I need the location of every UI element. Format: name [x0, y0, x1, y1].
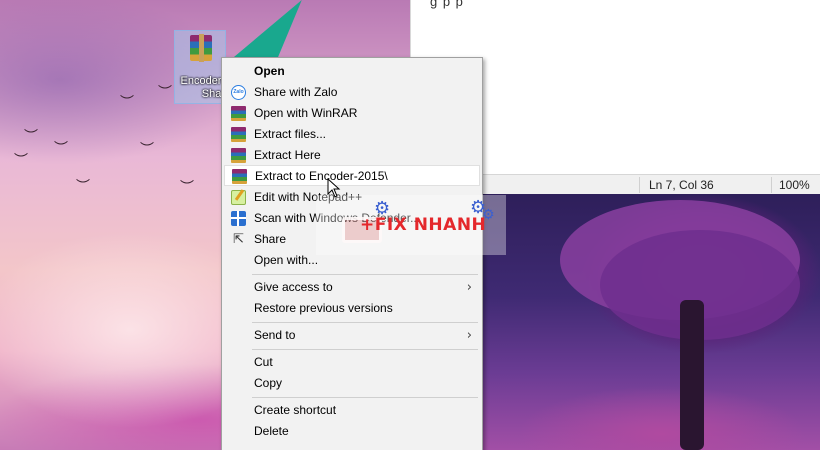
menu-item-label: Send to: [254, 328, 296, 342]
bird-decoration: ︶: [158, 85, 172, 101]
menu-item-label: Restore previous versions: [254, 301, 393, 315]
menu-send-to[interactable]: Send to ›: [224, 325, 480, 346]
menu-restore-versions[interactable]: Restore previous versions: [224, 298, 480, 319]
bird-decoration: ︶: [76, 179, 90, 195]
zalo-icon: Zalo: [231, 85, 246, 100]
menu-open[interactable]: Open: [224, 61, 480, 82]
menu-item-label: Open: [254, 64, 285, 78]
menu-delete[interactable]: Delete: [224, 421, 480, 442]
menu-item-label: Share with Zalo: [254, 85, 338, 99]
bird-decoration: ︶: [120, 95, 134, 111]
tree-trunk: [680, 300, 704, 450]
file-name-line1: Encoder: [180, 75, 222, 87]
menu-item-label: Create shortcut: [254, 403, 337, 417]
menu-extract-to[interactable]: Extract to Encoder-2015\: [224, 165, 480, 186]
menu-cut[interactable]: Cut: [224, 352, 480, 373]
menu-open-winrar[interactable]: Open with WinRAR: [224, 103, 480, 124]
file-name-label: Encoder Shar: [175, 75, 227, 101]
notepadpp-icon: [231, 190, 246, 205]
winrar-icon: [231, 106, 246, 121]
menu-separator: [252, 349, 478, 350]
watermark-text: +FIX NHANH: [360, 215, 487, 235]
file-name-line2: Shar: [201, 88, 225, 100]
mouse-cursor-icon: [327, 178, 341, 198]
notepad-status-bar: Ln 7, Col 36 100%: [482, 174, 820, 194]
menu-item-label: Open with WinRAR: [254, 106, 358, 120]
menu-item-label: Open with...: [254, 253, 319, 267]
winrar-icon: [231, 127, 246, 142]
menu-item-label: Delete: [254, 424, 289, 438]
winrar-belt: [199, 34, 204, 62]
chevron-right-icon: ›: [466, 280, 472, 295]
menu-give-access[interactable]: Give access to ›: [224, 277, 480, 298]
menu-separator: [252, 274, 478, 275]
menu-copy[interactable]: Copy: [224, 373, 480, 394]
menu-item-label: Share: [254, 232, 287, 246]
status-separator: [639, 177, 640, 193]
winrar-icon: [232, 169, 247, 184]
defender-icon: [231, 211, 246, 226]
archive-file-icon[interactable]: Encoder Shar: [174, 30, 226, 104]
menu-item-label: Give access to: [254, 280, 333, 294]
menu-item-label: Extract files...: [254, 127, 327, 141]
winrar-icon: [231, 148, 246, 163]
bird-decoration: ︶: [14, 153, 28, 169]
menu-item-label: Copy: [254, 376, 283, 390]
menu-item-label: Extract to Encoder-2015\: [255, 169, 388, 183]
menu-create-shortcut[interactable]: Create shortcut: [224, 400, 480, 421]
menu-extract-here[interactable]: Extract Here: [224, 145, 480, 166]
chevron-right-icon: ›: [466, 328, 472, 343]
menu-separator: [252, 397, 478, 398]
notepad-text: g p p: [430, 0, 464, 9]
cursor-position: Ln 7, Col 36: [649, 178, 714, 192]
bird-decoration: ︶: [24, 129, 38, 145]
bird-decoration: ︶: [54, 141, 68, 157]
menu-share-zalo[interactable]: Zalo Share with Zalo: [224, 82, 480, 103]
zoom-level: 100%: [779, 178, 810, 192]
fix-nhanh-watermark: ⚙ ⚙ ⚙ +FIX NHANH: [316, 195, 506, 255]
bird-decoration: ︶: [140, 142, 154, 158]
status-separator: [771, 177, 772, 193]
menu-item-label: Cut: [254, 355, 273, 369]
share-icon: ⇱: [233, 232, 244, 247]
menu-item-label: Extract Here: [254, 148, 321, 162]
bird-decoration: ︶: [180, 180, 194, 196]
menu-extract-files[interactable]: Extract files...: [224, 124, 480, 145]
menu-separator: [252, 322, 478, 323]
